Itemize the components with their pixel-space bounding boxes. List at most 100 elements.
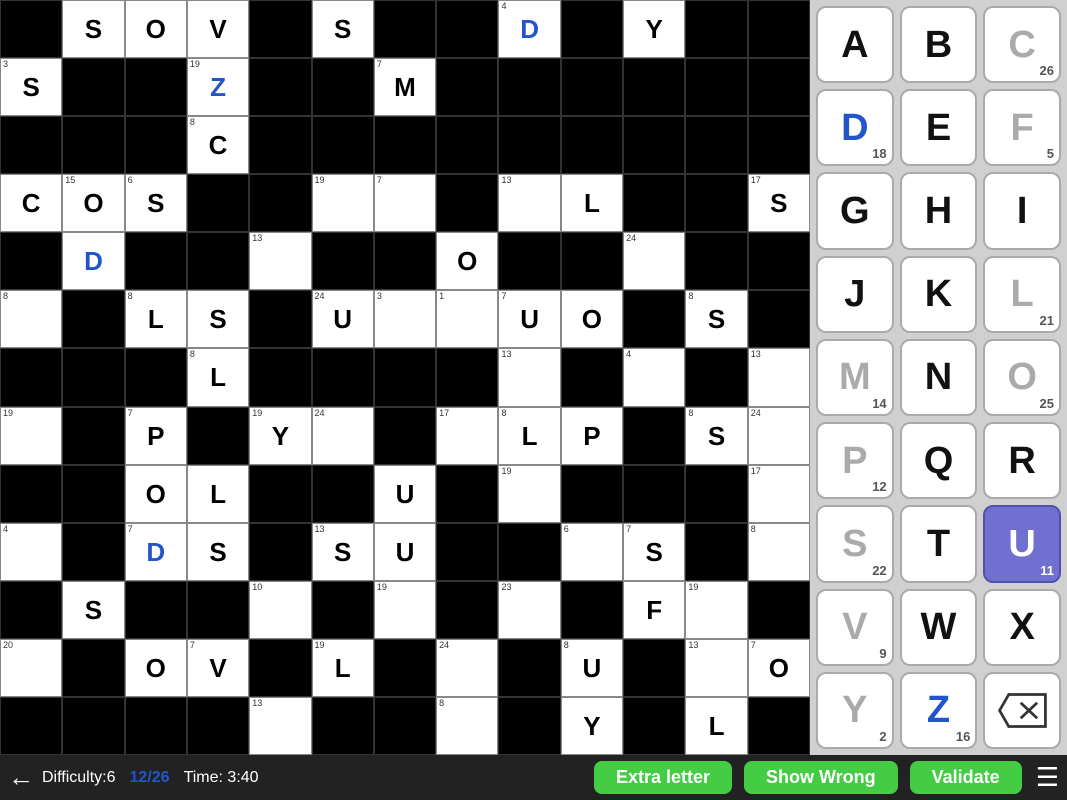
- cell-6-0[interactable]: [0, 348, 62, 406]
- letter-btn-X[interactable]: X: [983, 589, 1061, 666]
- cell-6-2[interactable]: [125, 348, 187, 406]
- cell-8-11[interactable]: [685, 465, 747, 523]
- cell-8-8[interactable]: 19: [498, 465, 560, 523]
- cell-5-10[interactable]: [623, 290, 685, 348]
- letter-btn-T[interactable]: T: [900, 505, 978, 582]
- cell-4-8[interactable]: [498, 232, 560, 290]
- cell-5-5[interactable]: 24U: [312, 290, 374, 348]
- cell-8-2[interactable]: O: [125, 465, 187, 523]
- cell-3-6[interactable]: 7: [374, 174, 436, 232]
- letter-btn-M[interactable]: M14: [816, 339, 894, 416]
- cell-12-5[interactable]: [312, 697, 374, 755]
- cell-1-12[interactable]: [748, 58, 810, 116]
- cell-8-5[interactable]: [312, 465, 374, 523]
- cell-4-5[interactable]: [312, 232, 374, 290]
- cell-0-0[interactable]: [0, 0, 62, 58]
- cell-12-3[interactable]: [187, 697, 249, 755]
- cell-8-12[interactable]: 17: [748, 465, 810, 523]
- cell-1-4[interactable]: [249, 58, 311, 116]
- cell-5-12[interactable]: [748, 290, 810, 348]
- cell-0-2[interactable]: O: [125, 0, 187, 58]
- cell-3-11[interactable]: [685, 174, 747, 232]
- cell-3-5[interactable]: 19: [312, 174, 374, 232]
- cell-12-11[interactable]: L: [685, 697, 747, 755]
- letter-btn-F[interactable]: F5: [983, 89, 1061, 166]
- cell-2-1[interactable]: [62, 116, 124, 174]
- cell-4-12[interactable]: [748, 232, 810, 290]
- cell-0-1[interactable]: S: [62, 0, 124, 58]
- cell-10-5[interactable]: [312, 581, 374, 639]
- cell-10-1[interactable]: S: [62, 581, 124, 639]
- cell-1-3[interactable]: 19Z: [187, 58, 249, 116]
- cell-5-3[interactable]: S: [187, 290, 249, 348]
- cell-9-9[interactable]: 6: [561, 523, 623, 581]
- cell-9-8[interactable]: [498, 523, 560, 581]
- letter-btn-Z[interactable]: Z16: [900, 672, 978, 749]
- letter-btn-L[interactable]: L21: [983, 256, 1061, 333]
- cell-12-0[interactable]: [0, 697, 62, 755]
- cell-7-8[interactable]: 8L: [498, 407, 560, 465]
- cell-3-4[interactable]: [249, 174, 311, 232]
- cell-9-4[interactable]: [249, 523, 311, 581]
- letter-btn-W[interactable]: W: [900, 589, 978, 666]
- cell-7-9[interactable]: P: [561, 407, 623, 465]
- cell-12-4[interactable]: 13: [249, 697, 311, 755]
- cell-3-12[interactable]: 17S: [748, 174, 810, 232]
- cell-7-6[interactable]: [374, 407, 436, 465]
- cell-8-1[interactable]: [62, 465, 124, 523]
- cell-10-4[interactable]: 10: [249, 581, 311, 639]
- cell-1-5[interactable]: [312, 58, 374, 116]
- cell-10-0[interactable]: [0, 581, 62, 639]
- cell-10-7[interactable]: [436, 581, 498, 639]
- cell-5-4[interactable]: [249, 290, 311, 348]
- cell-4-9[interactable]: [561, 232, 623, 290]
- cell-9-2[interactable]: 7D: [125, 523, 187, 581]
- cell-6-8[interactable]: 13: [498, 348, 560, 406]
- cell-10-2[interactable]: [125, 581, 187, 639]
- cell-7-3[interactable]: [187, 407, 249, 465]
- cell-12-6[interactable]: [374, 697, 436, 755]
- letter-btn-E[interactable]: E: [900, 89, 978, 166]
- cell-2-2[interactable]: [125, 116, 187, 174]
- cell-3-1[interactable]: 15O: [62, 174, 124, 232]
- cell-9-6[interactable]: U: [374, 523, 436, 581]
- cell-7-5[interactable]: 24: [312, 407, 374, 465]
- cell-12-12[interactable]: [748, 697, 810, 755]
- cell-12-2[interactable]: [125, 697, 187, 755]
- cell-11-11[interactable]: 13: [685, 639, 747, 697]
- cell-11-8[interactable]: [498, 639, 560, 697]
- letter-btn-N[interactable]: N: [900, 339, 978, 416]
- cell-2-9[interactable]: [561, 116, 623, 174]
- cell-10-12[interactable]: [748, 581, 810, 639]
- cell-8-7[interactable]: [436, 465, 498, 523]
- cell-12-8[interactable]: [498, 697, 560, 755]
- letter-btn-S[interactable]: S22: [816, 505, 894, 582]
- cell-6-9[interactable]: [561, 348, 623, 406]
- cell-2-5[interactable]: [312, 116, 374, 174]
- cell-3-7[interactable]: [436, 174, 498, 232]
- letter-btn-D[interactable]: D18: [816, 89, 894, 166]
- cell-8-10[interactable]: [623, 465, 685, 523]
- cell-5-6[interactable]: 3: [374, 290, 436, 348]
- cell-2-11[interactable]: [685, 116, 747, 174]
- cell-0-10[interactable]: Y: [623, 0, 685, 58]
- cell-11-5[interactable]: 19L: [312, 639, 374, 697]
- cell-9-10[interactable]: 7S: [623, 523, 685, 581]
- cell-8-0[interactable]: [0, 465, 62, 523]
- cell-0-5[interactable]: S: [312, 0, 374, 58]
- cell-1-1[interactable]: [62, 58, 124, 116]
- cell-1-2[interactable]: [125, 58, 187, 116]
- cell-11-6[interactable]: [374, 639, 436, 697]
- cell-2-3[interactable]: 8C: [187, 116, 249, 174]
- cell-2-0[interactable]: [0, 116, 62, 174]
- cell-4-11[interactable]: [685, 232, 747, 290]
- letter-btn-Q[interactable]: Q: [900, 422, 978, 499]
- cell-5-8[interactable]: 7U: [498, 290, 560, 348]
- cell-7-0[interactable]: 19: [0, 407, 62, 465]
- cell-7-11[interactable]: 8S: [685, 407, 747, 465]
- back-arrow[interactable]: ←: [8, 762, 34, 793]
- cell-11-4[interactable]: [249, 639, 311, 697]
- cell-11-3[interactable]: 7V: [187, 639, 249, 697]
- cell-4-6[interactable]: [374, 232, 436, 290]
- cell-10-8[interactable]: 23: [498, 581, 560, 639]
